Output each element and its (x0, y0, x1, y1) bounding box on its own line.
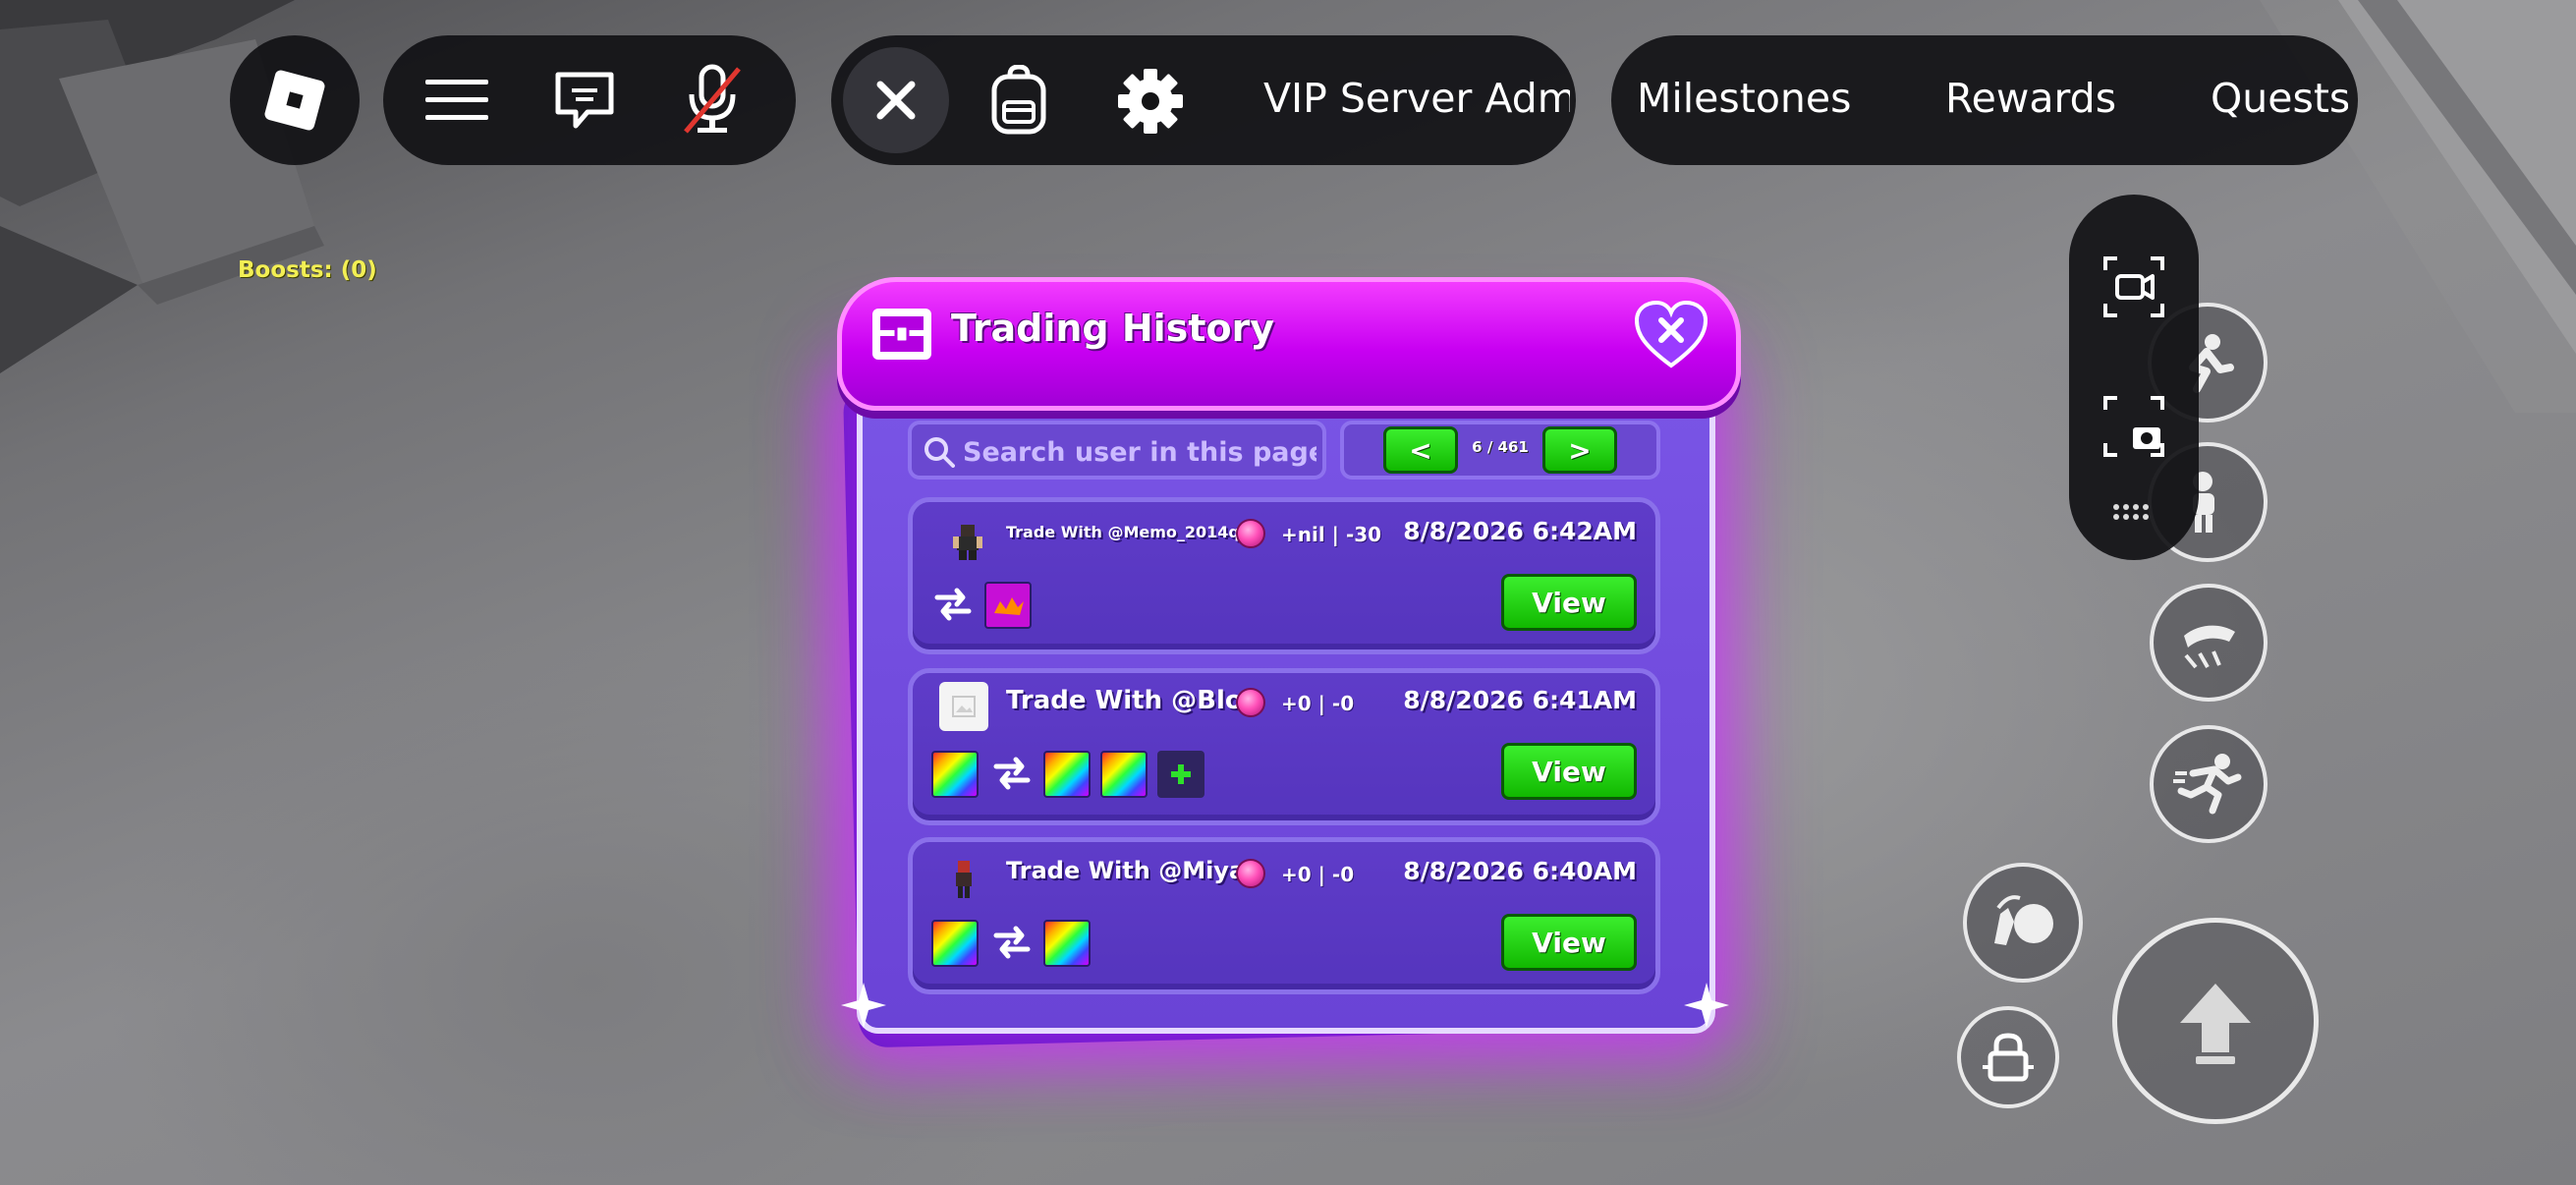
system-toolbar (383, 35, 796, 165)
search-icon (924, 437, 955, 468)
close-window-button[interactable] (1634, 300, 1708, 369)
trade-user: Trade With @Miya (1006, 857, 1246, 884)
mic-muted-icon (684, 64, 741, 134)
next-page-button[interactable]: > (1542, 426, 1617, 474)
item-thumbnail[interactable] (1043, 751, 1091, 798)
jump-button[interactable] (2112, 918, 2319, 1124)
gem-icon (1236, 519, 1265, 548)
topbar-tabs: Milestones Rewards Quests (1611, 35, 2358, 165)
trade-delta: +0 | -0 (1281, 863, 1355, 886)
view-trade-button[interactable]: View (1501, 574, 1637, 631)
capture-tools-panel (2069, 195, 2199, 560)
image-placeholder-icon (952, 696, 976, 717)
boosts-counter: Boosts: (0) (238, 257, 377, 283)
trade-date: 8/8/2026 6:42AM (1403, 517, 1637, 545)
roblox-logo-icon (264, 70, 325, 131)
search-box (908, 421, 1326, 480)
swap-arrows-icon (993, 757, 1031, 790)
sparkle-icon (841, 983, 886, 1028)
view-trade-button[interactable]: View (1501, 743, 1637, 800)
menu-button[interactable] (422, 71, 491, 130)
gear-icon (1118, 69, 1183, 134)
heart-close-icon (1634, 300, 1708, 368)
item-thumbnail[interactable] (931, 920, 979, 967)
emote-icon (1994, 895, 2053, 945)
avatar (953, 525, 982, 560)
drag-handle[interactable] (2112, 503, 2156, 523)
record-video-button[interactable] (2099, 252, 2169, 322)
gem-icon (1236, 688, 1265, 717)
item-thumbnail[interactable] (931, 751, 979, 798)
roblox-menu-button[interactable] (230, 35, 360, 165)
tab-quests[interactable]: Quests (2211, 75, 2348, 122)
menu-icon (425, 80, 488, 120)
close-icon (876, 81, 916, 120)
swap-arrows-icon (934, 588, 972, 621)
view-trade-button[interactable]: View (1501, 914, 1637, 971)
pet-icon (994, 597, 1024, 615)
backpack-button[interactable] (986, 65, 1051, 136)
tab-milestones[interactable]: Milestones (1637, 75, 1851, 122)
chat-icon (555, 72, 614, 129)
game-toolbar: VIP Server Adm (831, 35, 1576, 165)
trade-delta: +nil | -30 (1281, 523, 1382, 546)
trade-date: 8/8/2026 6:40AM (1403, 857, 1637, 885)
emote-button[interactable] (1963, 863, 2083, 983)
sprint-icon (2173, 754, 2242, 815)
trading-history-title: Trading History (951, 307, 1275, 350)
gem-icon (1236, 859, 1265, 888)
trade-user: Trade With @Bloo (1006, 686, 1260, 715)
record-video-icon (2103, 256, 2164, 317)
avatar (939, 682, 988, 731)
mic-button[interactable] (678, 63, 747, 138)
screenshot-button[interactable] (2099, 391, 2169, 462)
item-thumbnail[interactable] (1043, 920, 1091, 967)
jump-icon (2180, 984, 2251, 1064)
screenshot-icon (2103, 396, 2164, 457)
vip-server-admin-button[interactable]: VIP Server Adm (1263, 75, 1570, 122)
trade-user: Trade With @Memo_2014q8 (1006, 523, 1252, 541)
add-item-slot[interactable] (1157, 751, 1204, 798)
grip-dots-icon (2113, 504, 2149, 520)
close-toolbar-button[interactable] (843, 47, 949, 153)
prev-page-button[interactable]: < (1383, 426, 1458, 474)
backpack-icon (991, 65, 1046, 135)
settings-button[interactable] (1116, 67, 1185, 136)
dash-icon (2184, 625, 2235, 669)
plus-icon (1171, 764, 1191, 784)
chat-button[interactable] (550, 67, 619, 136)
avatar (956, 861, 972, 898)
dash-button[interactable] (2150, 584, 2268, 702)
page-indicator: 6 / 461 (1472, 438, 1529, 456)
search-input[interactable] (961, 432, 1318, 472)
item-thumbnail[interactable] (984, 582, 1032, 629)
item-thumbnail[interactable] (1100, 751, 1148, 798)
shift-lock-icon (1983, 1033, 2034, 1082)
sprint-button[interactable] (2150, 725, 2268, 843)
tab-rewards[interactable]: Rewards (1945, 75, 2116, 122)
shift-lock-button[interactable] (1957, 1006, 2059, 1108)
sparkle-icon (1684, 983, 1729, 1028)
treasure-chest-icon (872, 309, 931, 360)
trade-date: 8/8/2026 6:41AM (1403, 686, 1637, 714)
swap-arrows-icon (993, 926, 1031, 959)
trade-delta: +0 | -0 (1281, 692, 1355, 715)
